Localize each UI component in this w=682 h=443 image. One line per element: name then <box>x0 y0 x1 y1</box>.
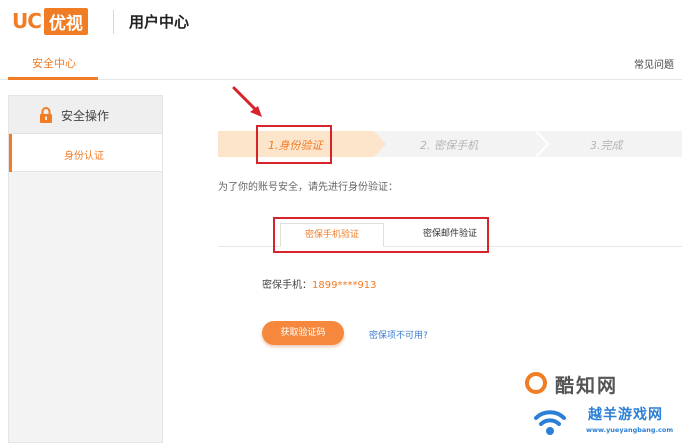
nav-bar: 安全中心 常见问题 <box>0 46 682 80</box>
sidebar: 安全操作 身份认证 <box>8 95 163 443</box>
annotation-box-tabs <box>273 217 489 253</box>
watermark-url: www.yueyangbang.com <box>586 426 674 434</box>
wifi-logo-icon <box>534 410 566 435</box>
watermark-circle-icon <box>525 372 547 394</box>
faq-link[interactable]: 常见问题 <box>634 56 674 71</box>
watermark-kuzhi: 酷知网 <box>525 370 675 398</box>
security-phone-value: 1899****913 <box>312 280 377 291</box>
sidebar-item-label: 身份认证 <box>64 151 104 162</box>
security-phone-row: 密保手机：1899****913 <box>262 276 377 291</box>
active-indicator <box>9 134 12 172</box>
step-2-label: 2. 密保手机 <box>420 139 478 152</box>
get-code-button[interactable]: 获取验证码 <box>262 321 344 345</box>
lock-icon <box>40 107 52 123</box>
security-phone-label: 密保手机： <box>262 280 312 291</box>
sidebar-item-identity-auth[interactable]: 身份认证 <box>9 134 162 172</box>
page-title: 用户中心 <box>129 13 190 31</box>
tab-security-center[interactable]: 安全中心 <box>32 55 76 71</box>
logo-youshi-text: 优视 <box>43 7 88 35</box>
active-tab-underline <box>8 77 98 80</box>
watermark-brand2: 越羊游戏网 <box>588 407 663 423</box>
watermark-brand1: 酷知网 <box>555 375 619 397</box>
annotation-box-step <box>256 125 332 164</box>
sidebar-heading-label: 安全操作 <box>61 109 110 123</box>
top-header: UC 优视 用户中心 <box>0 0 682 46</box>
annotation-arrow-icon <box>232 86 262 117</box>
sidebar-heading: 安全操作 <box>9 96 162 134</box>
watermark-yueyang: 越羊游戏网 www.yueyangbang.com <box>530 396 680 442</box>
header-divider <box>113 10 114 34</box>
step-3-label: 3.完成 <box>590 139 623 152</box>
instruction-text: 为了你的账号安全，请先进行身份验证： <box>218 182 398 193</box>
security-unavailable-link[interactable]: 密保项不可用? <box>369 328 428 341</box>
logo-uc-text: UC <box>12 9 42 33</box>
uc-logo[interactable]: UC 优视 <box>12 7 88 35</box>
